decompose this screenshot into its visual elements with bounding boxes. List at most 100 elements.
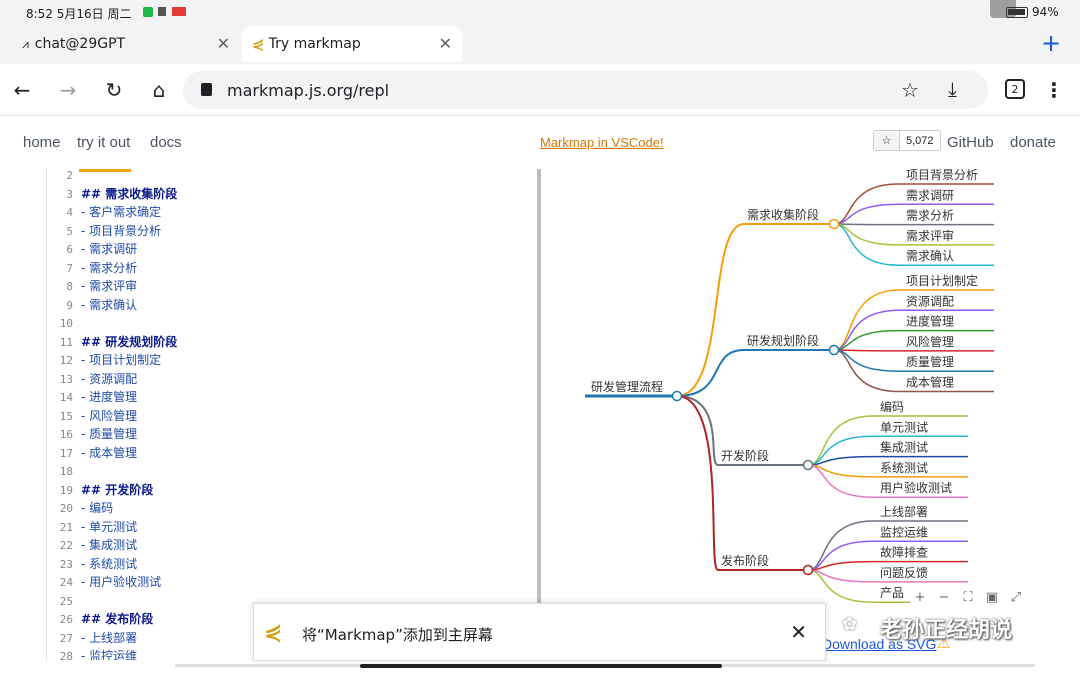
editor-line[interactable]: 7 - 需求分析: [47, 259, 137, 278]
mindmap-branch-node[interactable]: [828, 344, 840, 356]
editor-line[interactable]: 28 - 监控运维: [47, 647, 137, 660]
toggle-icon[interactable]: ▣: [982, 590, 1002, 605]
line-content: - 监控运维: [81, 649, 138, 660]
tab-try-markmap[interactable]: ⋞ Try markmap ✕: [242, 26, 462, 62]
line-number: 11: [59, 335, 73, 349]
editor-line[interactable]: 23 - 系统测试: [47, 555, 137, 574]
mindmap-branch-label: 发布阶段: [721, 553, 769, 568]
home-indicator[interactable]: [360, 664, 722, 668]
close-icon[interactable]: ✕: [790, 620, 807, 644]
nav-home[interactable]: home: [23, 134, 61, 151]
editor-line[interactable]: 10: [47, 314, 81, 333]
editor-line[interactable]: 22 - 集成测试: [47, 536, 137, 555]
nav-donate[interactable]: donate: [1010, 134, 1056, 151]
menu-icon[interactable]: ⋮: [1042, 78, 1066, 102]
editor-line[interactable]: 15 - 风险管理: [47, 407, 137, 426]
mindmap-root-node[interactable]: [671, 390, 683, 402]
editor-line[interactable]: 16 - 质量管理: [47, 425, 137, 444]
vscode-link[interactable]: Markmap in VSCode!: [540, 135, 664, 150]
editor-line[interactable]: 11 ## 研发规划阶段: [47, 333, 178, 352]
line-content: - 质量管理: [81, 427, 138, 441]
line-number: 28: [59, 650, 73, 660]
forward-icon[interactable]: →: [56, 78, 80, 102]
close-icon[interactable]: ✕: [439, 34, 452, 53]
mindmap-leaf-label: 质量管理: [906, 354, 954, 369]
new-tab-button[interactable]: +: [1036, 28, 1066, 58]
line-content: - 资源调配: [81, 371, 138, 386]
editor-line[interactable]: 27 - 上线部署: [47, 629, 137, 648]
star-icon: ☆: [874, 131, 900, 150]
mindmap-leaf-label: 需求确认: [906, 249, 954, 263]
editor-line[interactable]: 3 ## 需求收集阶段: [47, 185, 177, 204]
mindmap-leaf-link: [833, 349, 900, 352]
line-number: 9: [66, 298, 73, 312]
url-text: markmap.js.org/repl: [227, 81, 390, 100]
editor-line[interactable]: 9 - 需求确认: [47, 296, 137, 315]
editor-line[interactable]: 8 - 需求评审: [47, 277, 137, 296]
line-content: - 进度管理: [81, 390, 138, 404]
mindmap-view[interactable]: 研发管理流程 需求收集阶段 项目背景分析 需求调研 需求分析 需求评审 需求确认 研发规划阶段…: [541, 169, 1035, 660]
mindmap-branch-label: 研发规划阶段: [747, 333, 819, 348]
mindmap-leaf-label: 问题反馈: [880, 566, 928, 580]
close-icon[interactable]: ✕: [217, 34, 230, 53]
editor-line[interactable]: 12 - 项目计划制定: [47, 351, 161, 370]
mindmap-leaf-label: 项目计划制定: [906, 273, 978, 288]
editor-line[interactable]: 5 - 项目背景分析: [47, 222, 161, 241]
back-icon[interactable]: ←: [10, 78, 34, 102]
editor-line[interactable]: 2: [47, 169, 81, 185]
bookmark-star-icon[interactable]: ☆: [901, 78, 919, 102]
mindmap-branch-node[interactable]: [828, 218, 840, 230]
line-content: - 需求分析: [81, 260, 138, 275]
fit-icon[interactable]: ⛶: [958, 590, 978, 605]
nav-docs[interactable]: docs: [150, 134, 182, 151]
address-bar[interactable]: markmap.js.org/repl ☆ ⤓: [183, 71, 988, 109]
github-star-widget[interactable]: ☆ 5,072: [873, 130, 941, 151]
editor-line[interactable]: 18: [47, 462, 81, 481]
editor-line[interactable]: 13 - 资源调配: [47, 370, 137, 389]
wechat-icon: [143, 7, 153, 17]
active-line-marker: [79, 169, 131, 172]
editor-line[interactable]: 4 - 客户需求确定: [47, 203, 161, 222]
markdown-editor[interactable]: 2 3 ## 需求收集阶段 4- 客户需求确定 5- 项目背景分析 6- 需求调研 7- 需…: [46, 169, 536, 660]
line-number: 2: [66, 169, 73, 182]
mindmap-leaf-link: [833, 223, 900, 246]
line-number: 16: [59, 428, 73, 441]
star-count: 5,072: [906, 134, 934, 147]
mindmap-branch-label: 开发阶段: [721, 448, 769, 463]
tab-switcher-button[interactable]: 2: [1005, 79, 1025, 99]
editor-line[interactable]: 14 - 进度管理: [47, 388, 137, 407]
reload-icon[interactable]: ↻: [102, 78, 126, 102]
mindmap-branch-node[interactable]: [802, 459, 814, 471]
tab-chat29gpt[interactable]: ⩘ chat@29GPT ✕: [12, 26, 240, 62]
line-content: - 用户验收测试: [81, 575, 162, 589]
status-time: 8:52 5月16日 周二: [26, 7, 132, 21]
line-content: ## 研发规划阶段: [81, 334, 178, 349]
editor-line[interactable]: 24 - 用户验收测试: [47, 573, 161, 592]
mindmap-branch-link: [676, 349, 745, 397]
editor-line[interactable]: 20 - 编码: [47, 499, 113, 518]
mindmap-leaf-label: 产品: [880, 586, 904, 600]
editor-line[interactable]: 17 - 成本管理: [47, 444, 137, 463]
editor-line[interactable]: 6 - 需求调研: [47, 240, 137, 259]
zoom-in-icon[interactable]: +: [910, 590, 930, 605]
nav-github[interactable]: GitHub: [947, 134, 994, 151]
nav-try-it-out[interactable]: try it out: [77, 134, 130, 151]
line-content: - 需求确认: [81, 297, 138, 312]
zoom-out-icon[interactable]: −: [934, 590, 954, 605]
lock-icon: [201, 83, 212, 96]
download-icon[interactable]: ⤓: [948, 77, 957, 101]
banner-text[interactable]: 将“Markmap”添加到主屏幕: [302, 624, 493, 645]
editor-line[interactable]: 25: [47, 592, 81, 611]
editor-line[interactable]: 26 ## 发布阶段: [47, 610, 154, 629]
line-number: 24: [59, 576, 73, 589]
watermark: 老孙正经胡说: [880, 618, 1013, 643]
fullscreen-icon[interactable]: ⤢: [1006, 590, 1026, 605]
line-content: - 风险管理: [81, 408, 138, 423]
line-number: 4: [66, 206, 73, 219]
editor-line[interactable]: 19 ## 开发阶段: [47, 481, 154, 500]
mindmap-branch-node[interactable]: [802, 564, 814, 576]
browser-toolbar: ← → ↻ ⌂ markmap.js.org/repl ☆ ⤓ 2 ⋮: [0, 64, 1080, 116]
home-icon[interactable]: ⌂: [147, 78, 171, 102]
mindmap-branch-label: 需求收集阶段: [747, 207, 819, 222]
editor-line[interactable]: 21 - 单元测试: [47, 518, 137, 537]
